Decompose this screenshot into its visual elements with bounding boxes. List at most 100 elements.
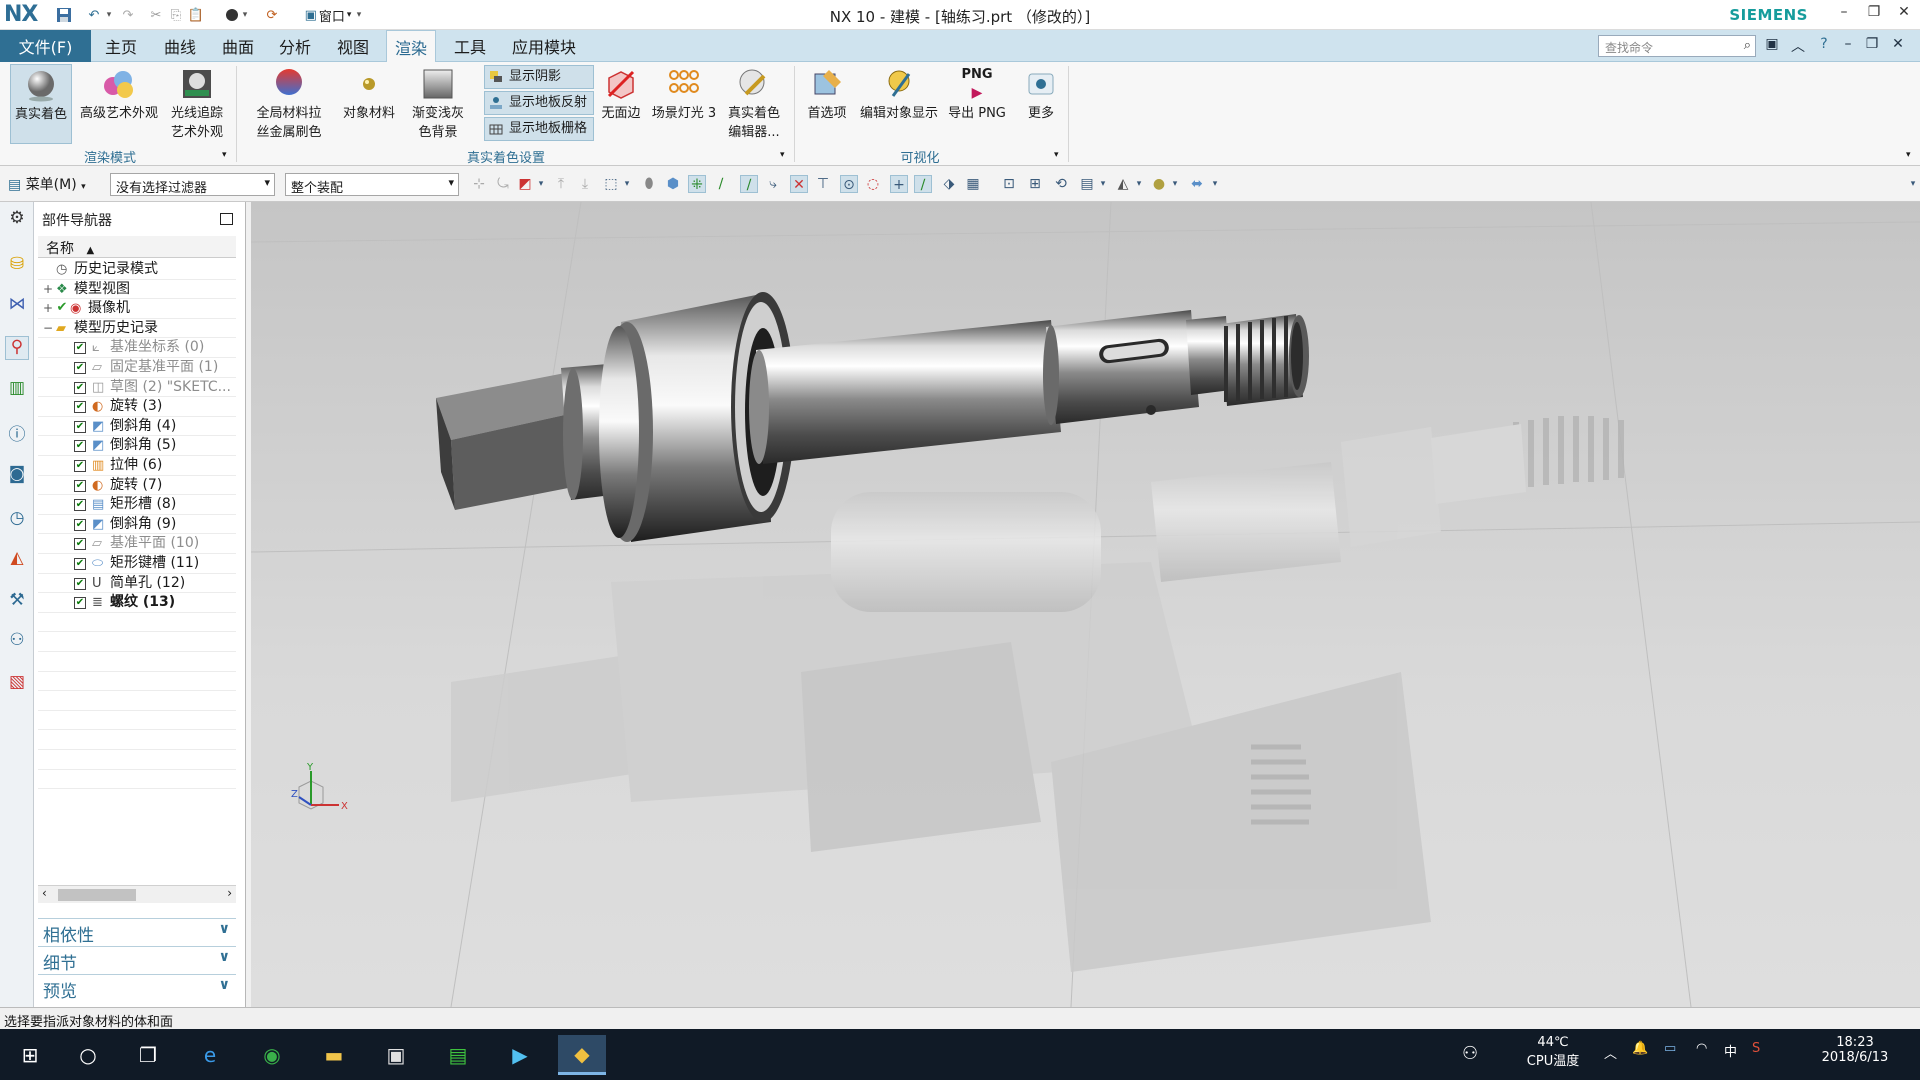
scene-lights-button[interactable]: 场景灯光 3 [648,64,720,123]
edge-browser-icon[interactable]: e [186,1035,234,1075]
circle-center-icon[interactable]: ⊙ [840,175,858,193]
iqiyi-icon[interactable]: ▤ [434,1035,482,1075]
paste-icon[interactable]: 📋 [186,5,206,25]
edit-object-display-button[interactable]: 编辑对象显示 [854,64,944,123]
true-shading-editor-button[interactable]: 真实着色 编辑器... [722,64,786,142]
show-shadows-toggle[interactable]: 显示阴影 [484,65,594,89]
no-face-edges-button[interactable]: 无面边 [598,64,644,123]
visibility-checkbox[interactable]: ✔ [74,518,86,531]
select-rectangle-dropdown-icon[interactable]: ▾ [618,175,636,193]
orient-view-dropdown-icon[interactable]: ▾ [1094,175,1112,193]
visibility-checkbox[interactable]: ✔ [74,381,86,394]
body-selection-icon[interactable]: ⬢ [664,175,682,193]
tab-analysis[interactable]: 分析 [275,30,315,62]
reuse-library-icon[interactable]: ▥ [5,378,29,402]
tab-curve[interactable]: 曲线 [160,30,200,62]
hd3d-tools-icon[interactable]: ⓘ [5,420,29,445]
export-png-button[interactable]: PNG ▶ 导出 PNG [946,64,1008,123]
show-hide-dropdown-icon[interactable]: ▾ [1206,175,1224,193]
panel-details[interactable]: 细节 ∨ [38,946,236,974]
tab-tools[interactable]: 工具 [450,30,490,62]
collapse-ribbon-icon[interactable]: ︿ [1788,36,1808,56]
arc-center-icon[interactable]: ⊤ [814,175,832,193]
graphics-window[interactable]: Y X Z [251,202,1920,1007]
render-mode-expand-icon[interactable]: ▾ [222,150,227,160]
toolbar-options-icon[interactable]: ▾ [1904,175,1920,193]
system-scene-icon[interactable]: ▧ [5,672,29,696]
global-material-button[interactable]: 全局材料拉 丝金属刷色 [246,64,332,142]
general-selection-icon[interactable]: ⊹ [470,175,488,193]
zoom-icon[interactable]: ⊞ [1026,175,1044,193]
visibility-checkbox[interactable]: ✔ [74,420,86,433]
search-icon[interactable]: ⌕ [1744,38,1751,53]
tree-row[interactable]: ✔ ▤ 矩形槽 (8) [38,495,236,515]
tree-row[interactable]: ✔ ⟀ 基准坐标系 (0) [38,338,236,358]
undo-dropdown-icon[interactable]: ▾ [104,5,114,25]
show-floor-grid-toggle[interactable]: 显示地板栅格 [484,117,594,141]
tree-row[interactable]: ✔ ◩ 倒斜角 (5) [38,436,236,456]
ribbon-options-dropdown-icon[interactable]: ▾ [1906,150,1911,160]
tree-row[interactable]: ✔ ▱ 基准平面 (10) [38,534,236,554]
fit-view-icon[interactable]: ⊡ [1000,175,1018,193]
restore-button[interactable]: ❐ [1862,4,1886,26]
scroll-right-icon[interactable]: › [227,886,232,900]
process-studio-icon[interactable]: ◭ [5,548,29,572]
maximize-icon[interactable] [220,213,233,225]
intersection-point-icon[interactable]: ✕ [790,175,808,193]
clock[interactable]: 18:23 2018/6/13 [1800,1035,1910,1065]
ime-indicator[interactable]: 中 [1724,1041,1737,1060]
visibility-checkbox[interactable]: ✔ [74,479,86,492]
tree-row[interactable]: ✔ ⬭ 矩形键槽 (11) [38,554,236,574]
assembly-navigator-icon[interactable]: ⛁ [5,254,29,278]
panel-dependencies[interactable]: 相依性 ∨ [38,918,236,946]
touch-mode-icon[interactable] [222,5,242,25]
copy-icon[interactable]: ⎘ [166,5,186,25]
touch-mode-dropdown-icon[interactable]: ▾ [240,5,250,25]
network-status-icon[interactable]: ▭ [1664,1041,1676,1056]
render-style-dropdown-icon[interactable]: ▾ [1130,175,1148,193]
mid-point-icon[interactable]: ∕ [740,175,758,193]
expand-icon[interactable]: + [42,280,54,299]
select-feature-icon[interactable]: ⤿ [494,175,512,193]
constraint-navigator-icon[interactable]: ⋈ [5,294,29,318]
expand-icon[interactable]: + [42,299,54,318]
close-button[interactable]: ✕ [1892,4,1916,26]
face-selection-icon[interactable]: ⬮ [640,175,658,193]
search-icon[interactable]: ○ [64,1035,112,1075]
select-all-icon[interactable]: ⤓ [576,175,594,193]
help-icon[interactable]: ? [1814,36,1834,56]
point-on-face-icon[interactable]: ⬗ [940,175,958,193]
wifi-icon[interactable]: ◠ [1696,1041,1707,1056]
tree-row[interactable]: ◷ 历史记录模式 [38,260,236,280]
tray-overflow-icon[interactable]: ︿ [1604,1043,1617,1062]
nx-taskbar-icon[interactable]: ◆ [558,1035,606,1075]
visibility-checkbox[interactable]: ✔ [74,538,86,551]
tree-row[interactable]: ✔ ◫ 草图 (2) "SKETC... [38,378,236,398]
gradient-background-button[interactable]: 渐变浅灰 色背景 [406,64,470,142]
history-icon[interactable]: ◷ [5,508,29,532]
undo-icon[interactable]: ↶ [84,5,104,25]
notification-icon[interactable]: 🔔 [1632,1041,1648,1056]
manufacturing-wizard-icon[interactable]: ⚒ [5,590,29,614]
visibility-checkbox[interactable]: ✔ [74,342,86,355]
redo-icon[interactable]: ↷ [118,5,138,25]
visibility-checkbox[interactable]: ✔ [74,401,86,414]
tree-row[interactable]: ✔ ◩ 倒斜角 (4) [38,417,236,437]
horizontal-scrollbar[interactable]: ‹ › [38,885,236,903]
tree-row[interactable]: ✔ ◐ 旋转 (3) [38,397,236,417]
control-point-icon[interactable]: ⤷ [764,175,782,193]
file-explorer-icon[interactable]: ▬ [310,1035,358,1075]
tab-surface[interactable]: 曲面 [218,30,258,62]
bounded-grid-icon[interactable]: ▦ [964,175,982,193]
show-floor-reflection-toggle[interactable]: 显示地板反射 [484,91,594,115]
quadrant-point-icon[interactable]: ◌ [864,175,882,193]
existing-point-icon[interactable]: + [890,175,908,193]
preferences-button[interactable]: 首选项 [802,64,852,123]
save-icon[interactable] [54,5,74,25]
store-icon[interactable]: ▣ [372,1035,420,1075]
visibility-checkbox[interactable]: ✔ [74,440,86,453]
tab-application[interactable]: 应用模块 [508,30,580,62]
visibility-checkbox[interactable]: ✔ [74,362,86,374]
more-button[interactable]: 更多 [1018,64,1064,123]
column-header-name[interactable]: 名称 ▲ [38,236,236,258]
